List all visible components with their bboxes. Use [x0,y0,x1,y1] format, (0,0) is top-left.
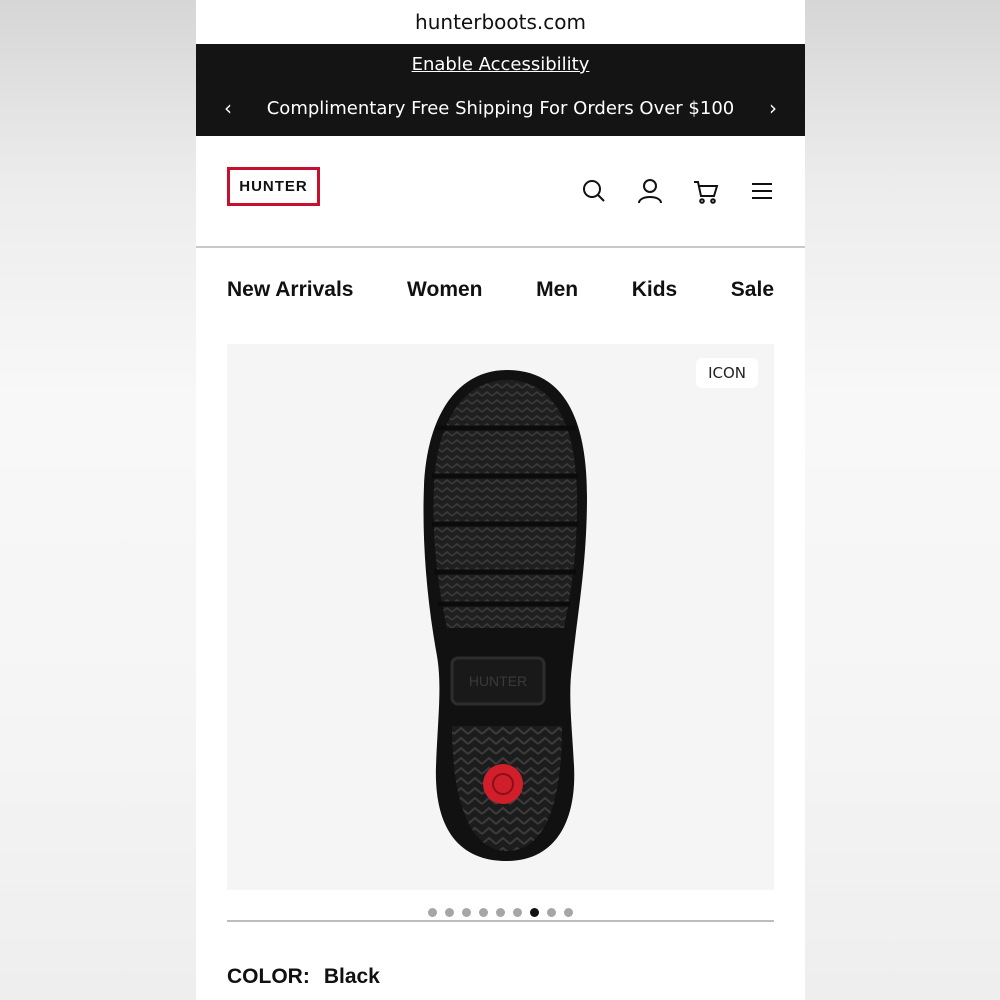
header-icons [579,176,777,206]
mobile-page: hunterboots.com Enable Accessibility ‹ C… [196,0,805,1000]
product-badge: ICON [696,358,758,388]
nav-men[interactable]: Men [536,278,578,302]
promo-next-arrow[interactable]: › [761,96,785,120]
color-value: Black [323,965,380,988]
boot-sole-image: HUNTER [423,370,587,861]
nav-new-arrivals[interactable]: New Arrivals [227,278,353,302]
cart-icon[interactable] [691,176,721,206]
account-icon[interactable] [635,176,665,206]
search-icon[interactable] [579,176,609,206]
image-pagination [196,908,805,917]
pagination-dot[interactable] [513,908,522,917]
product-image-gallery[interactable]: ICON HUNTER [227,344,774,890]
category-nav: New Arrivals Women Men Kids Sale [196,248,805,332]
pagination-dot[interactable] [479,908,488,917]
site-header: HUNTER [196,136,805,248]
promo-banner: Enable Accessibility ‹ Complimentary Fre… [196,44,805,136]
nav-sale[interactable]: Sale [731,278,774,302]
svg-text:HUNTER: HUNTER [469,673,527,689]
pagination-dot[interactable] [564,908,573,917]
shipping-message: Complimentary Free Shipping For Orders O… [266,98,735,119]
logo-text: HUNTER [239,178,308,195]
pagination-dot[interactable] [547,908,556,917]
color-selection: COLOR: Black [227,965,380,989]
url-text: hunterboots.com [415,10,586,34]
nav-kids[interactable]: Kids [632,278,678,302]
menu-icon[interactable] [747,176,777,206]
pagination-dot[interactable] [428,908,437,917]
nav-women[interactable]: Women [407,278,482,302]
pagination-dot[interactable] [445,908,454,917]
pagination-dot[interactable] [496,908,505,917]
divider [227,920,774,922]
color-label: COLOR: [227,965,310,988]
browser-url-bar[interactable]: hunterboots.com [196,0,805,44]
pagination-dot[interactable] [462,908,471,917]
enable-accessibility-link[interactable]: Enable Accessibility [196,54,805,75]
pagination-dot-active[interactable] [530,908,539,917]
hunter-logo[interactable]: HUNTER [227,167,320,206]
